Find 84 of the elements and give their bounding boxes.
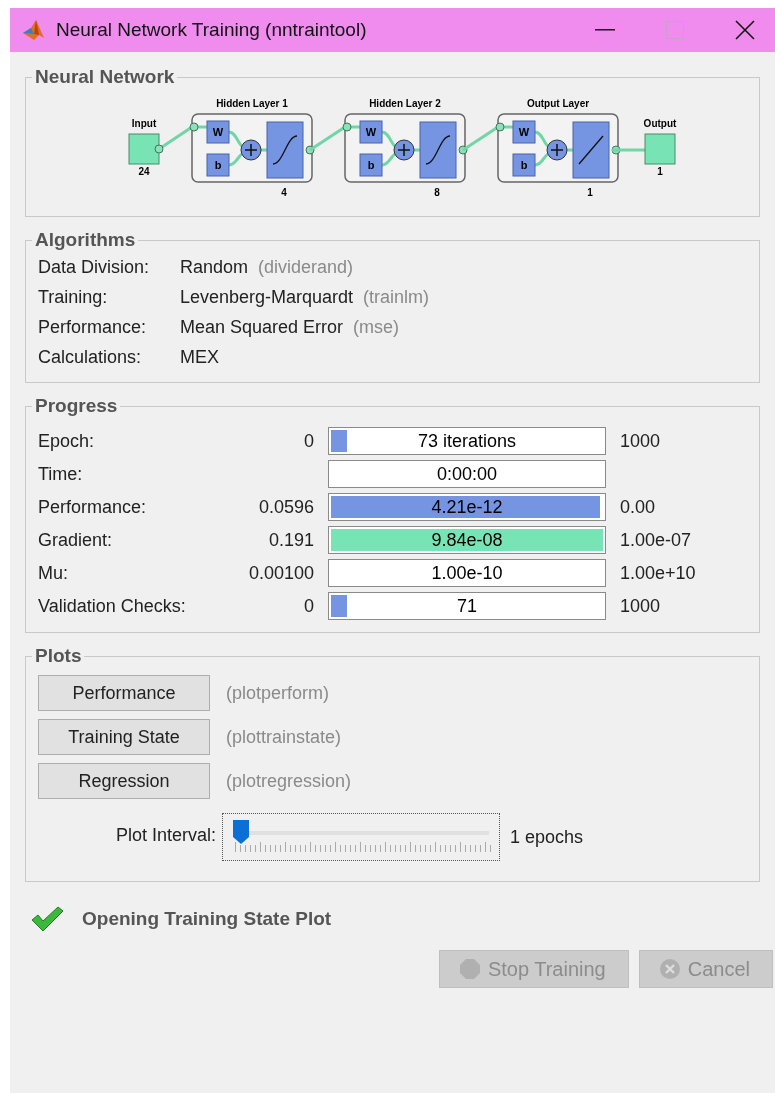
connector: [612, 148, 645, 152]
end-value: 0.00: [620, 496, 657, 518]
field-label: Performance:: [38, 317, 148, 338]
function-name: (plottrainstate): [226, 726, 342, 748]
function-name: (trainlm): [363, 287, 430, 307]
connection-dot: [154, 144, 164, 154]
panel-title: Neural Network: [34, 66, 176, 88]
stop-sign-icon: [459, 959, 480, 979]
layer-size: 4: [281, 187, 287, 198]
connection-dot: [305, 145, 315, 155]
layer-title: Hidden Layer 2: [369, 98, 441, 109]
bias-block: b: [512, 153, 536, 177]
field-label: Training:: [38, 287, 109, 308]
progress-reading: 71: [456, 594, 478, 618]
start-value: 0: [303, 430, 314, 452]
plus-icon: [393, 139, 415, 161]
field-label: Calculations:: [38, 347, 143, 368]
maximize-icon: [666, 21, 684, 39]
progress-reading: 1.00e-10: [430, 561, 504, 585]
output-size: 1: [657, 166, 663, 177]
end-value: 1000: [620, 595, 662, 617]
function-name: (mse): [353, 317, 400, 337]
start-value: 0: [303, 595, 314, 617]
progress-label: Validation Checks:: [38, 595, 187, 617]
slider-label: Plot Interval:: [116, 824, 217, 846]
progress-label: Performance:: [38, 496, 148, 518]
slider-reading: 1 epochs: [510, 826, 584, 848]
progress-reading: 0:00:00: [435, 462, 499, 486]
end-value: 1000: [620, 430, 662, 452]
field-label: Data Division:: [38, 257, 151, 278]
start-value: 0.0596: [257, 496, 314, 518]
progress-reading: 73 iterations: [416, 429, 518, 453]
input-size: 24: [138, 166, 150, 177]
function-name: (plotperform): [226, 682, 330, 704]
layer-title: Output Layer: [526, 98, 590, 109]
function-name: (dividerand): [258, 257, 354, 277]
output-node: [644, 133, 676, 165]
field-value: Mean Squared Error: [180, 317, 344, 337]
bias-block: b: [359, 153, 383, 177]
progress-reading: 4.21e-12: [430, 495, 504, 519]
input-node: [128, 133, 160, 165]
progress-label: Epoch:: [38, 430, 96, 452]
start-value: 0.191: [267, 529, 314, 551]
end-value: 1.00e+10: [620, 562, 697, 584]
plus-icon: [240, 139, 262, 161]
progress-label: Gradient:: [38, 529, 114, 551]
progress-label: Mu:: [38, 562, 69, 584]
plot-button[interactable]: Training State: [38, 719, 210, 755]
weight-block: W: [512, 120, 536, 144]
panel-title: Plots: [34, 645, 83, 667]
start-value: 0.00100: [247, 562, 314, 584]
plot-interval-slider[interactable]: [222, 813, 501, 861]
close-icon: [735, 20, 755, 40]
panel-title: Progress: [34, 395, 119, 417]
panel-title: Algorithms: [34, 229, 137, 251]
connection-dot: [458, 145, 468, 155]
connection-dot: [611, 145, 621, 155]
function-name: (plotregression): [226, 770, 352, 792]
plot-button[interactable]: Performance: [38, 675, 210, 711]
cancel-icon: [659, 959, 680, 979]
bias-block: b: [206, 153, 230, 177]
end-value: 1.00e-07: [620, 529, 693, 551]
connection-dot: [189, 122, 199, 132]
weight-block: W: [206, 120, 230, 144]
layer-size: 8: [434, 187, 440, 198]
connection-dot: [342, 122, 352, 132]
plot-button[interactable]: Regression: [38, 763, 210, 799]
field-value: Random: [180, 257, 249, 277]
slider-thumb[interactable]: [233, 820, 250, 844]
status-message: Opening Training State Plot: [82, 908, 332, 930]
field-value: MEX: [180, 347, 219, 367]
logo-icon: [22, 18, 46, 42]
input-label: Input: [131, 118, 157, 129]
window-title: Neural Network Training (nntraintool): [56, 19, 368, 41]
weight-block: W: [359, 120, 383, 144]
progress-label: Time:: [38, 463, 84, 485]
output-label: Output: [643, 118, 677, 129]
field-value: Levenberg-Marquardt: [180, 287, 354, 307]
progress-reading: 9.84e-08: [430, 528, 504, 552]
minimize-icon: [595, 29, 615, 31]
connection-dot: [495, 122, 505, 132]
layer-title: Hidden Layer 1: [216, 98, 288, 109]
plus-icon: [546, 139, 568, 161]
layer-size: 1: [587, 187, 593, 198]
